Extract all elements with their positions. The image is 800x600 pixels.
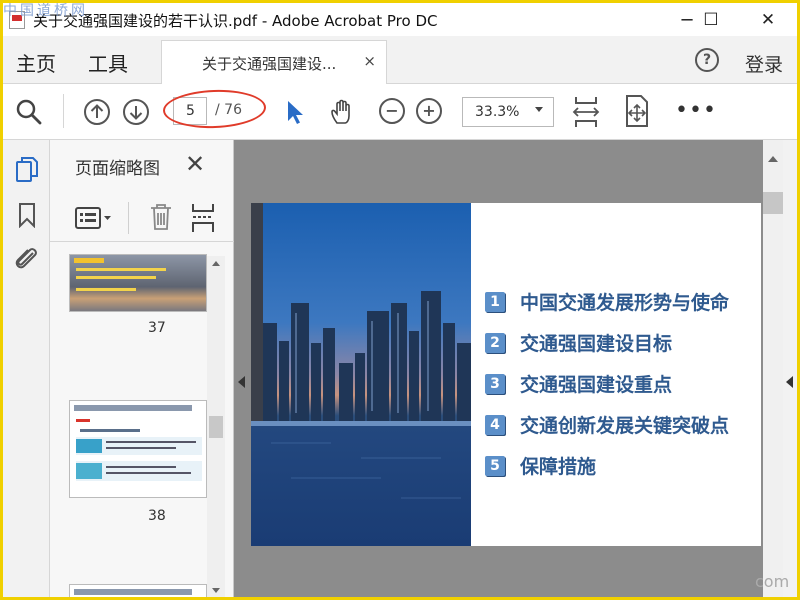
- toc-number-badge: 5: [485, 455, 505, 476]
- highlight-annotation-oval: [162, 88, 267, 130]
- scrollbar-thumb[interactable]: [763, 192, 783, 214]
- scroll-up-icon[interactable]: [768, 156, 778, 162]
- toolbar-divider: [63, 94, 64, 128]
- corner-watermark: com: [755, 572, 790, 591]
- zoom-in-icon[interactable]: +: [416, 98, 442, 124]
- hand-tool-icon[interactable]: [328, 98, 356, 126]
- thumbnails-panel-title: 页面缩略图: [75, 159, 160, 179]
- zoom-out-icon[interactable]: −: [379, 98, 405, 124]
- chevron-down-icon[interactable]: [535, 107, 543, 112]
- full-screen-icon[interactable]: [623, 94, 651, 128]
- document-tab-close-icon[interactable]: ×: [363, 52, 376, 70]
- toc-item[interactable]: 3 交通强国建设重点: [485, 370, 672, 397]
- toc-number-badge: 1: [485, 291, 505, 312]
- toc-number-badge: 4: [485, 414, 505, 435]
- thumbnail-page-number: 38: [148, 508, 166, 524]
- navigation-pane-strip: [3, 140, 50, 597]
- toolbar: 5 / 76 − + 33.3% •••: [3, 84, 797, 140]
- fit-page-icon[interactable]: [571, 94, 601, 130]
- menu-row: 主页 工具 关于交通强国建设... × ? 登录: [3, 36, 797, 84]
- toc-item[interactable]: 5 保障措施: [485, 452, 596, 479]
- next-page-icon[interactable]: [122, 98, 150, 126]
- toc-item[interactable]: 4 交通创新发展关键突破点: [485, 411, 729, 438]
- toc-item[interactable]: 1 中国交通发展形势与使命: [485, 288, 729, 315]
- page-thumbnails-panel: 页面缩略图 ✕ 37 38: [50, 140, 234, 597]
- document-tab[interactable]: 关于交通强国建设... ×: [161, 40, 387, 84]
- attachment-icon[interactable]: [13, 244, 41, 274]
- expand-right-pane-icon[interactable]: [786, 376, 793, 388]
- zoom-level-select[interactable]: 33.3%: [462, 97, 554, 127]
- login-link[interactable]: 登录: [745, 50, 783, 77]
- thumbnail-page-image[interactable]: [69, 584, 207, 597]
- help-icon[interactable]: ?: [695, 48, 719, 72]
- title-bar: 关于交通强国建设的若干认识.pdf - Adobe Acrobat Pro DC…: [3, 3, 797, 36]
- close-panel-icon[interactable]: ✕: [185, 150, 205, 178]
- more-tools-icon[interactable]: •••: [675, 98, 717, 123]
- toc-item-title: 交通强国建设目标: [520, 333, 673, 355]
- menu-tools[interactable]: 工具: [88, 48, 128, 77]
- toc-number-badge: 2: [485, 332, 505, 353]
- city-skyline-image: [251, 203, 471, 546]
- thumbnails-list: 37 38: [60, 250, 218, 597]
- delete-page-icon[interactable]: [148, 202, 174, 232]
- select-tool-icon[interactable]: [281, 98, 309, 126]
- insert-page-icon[interactable]: [190, 202, 216, 234]
- toc-item-title: 交通强国建设重点: [520, 374, 673, 396]
- page-thumbnails-icon[interactable]: [15, 156, 39, 184]
- close-window-button[interactable]: ✕: [748, 7, 788, 33]
- toc-item-title: 交通创新发展关键突破点: [520, 415, 730, 437]
- previous-page-icon[interactable]: [83, 98, 111, 126]
- thumbnail-page-image[interactable]: [69, 254, 207, 312]
- pdf-page[interactable]: 1 中国交通发展形势与使命 2 交通强国建设目标 3 交通强国建设重点 4 交通…: [251, 203, 761, 546]
- thumbnail-page-number: 37: [148, 320, 166, 336]
- thumbnails-scrollbar[interactable]: [207, 256, 225, 597]
- menu-home[interactable]: 主页: [16, 48, 56, 77]
- bookmark-icon[interactable]: [17, 202, 37, 228]
- toolbar-divider: [128, 202, 129, 234]
- thumbnails-toolbar: [50, 194, 234, 242]
- options-menu-icon[interactable]: [74, 206, 114, 230]
- toc-item-title: 中国交通发展形势与使命: [520, 292, 730, 314]
- toc-number-badge: 3: [485, 373, 505, 394]
- collapse-left-pane-icon[interactable]: [238, 376, 245, 388]
- toc-item[interactable]: 2 交通强国建设目标: [485, 329, 672, 356]
- window-title: 关于交通强国建设的若干认识.pdf - Adobe Acrobat Pro DC: [33, 12, 438, 30]
- toc-item-title: 保障措施: [520, 456, 597, 478]
- document-tab-label: 关于交通强国建设...: [202, 55, 337, 73]
- site-watermark: 中国道桥网: [3, 3, 88, 19]
- search-icon[interactable]: [15, 98, 43, 126]
- maximize-button[interactable]: ☐: [691, 7, 731, 33]
- document-scrollbar[interactable]: [763, 140, 783, 597]
- thumbnail-page-image[interactable]: [69, 400, 207, 498]
